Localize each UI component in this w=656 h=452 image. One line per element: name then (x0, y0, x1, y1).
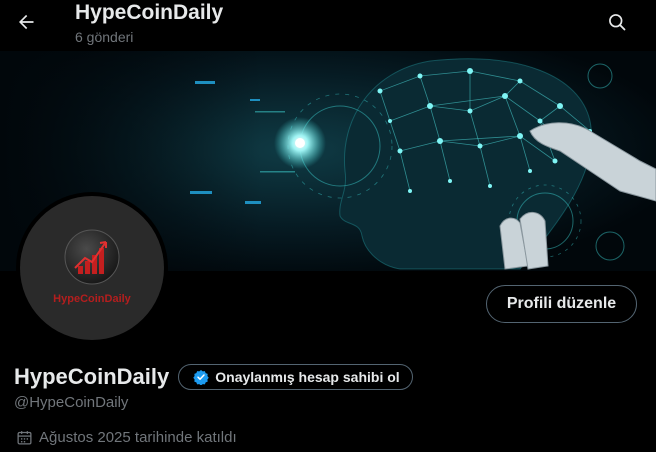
display-name: HypeCoinDaily (14, 364, 170, 389)
get-verified-button[interactable]: Onaylanmış hesap sahibi ol (178, 364, 413, 390)
join-date: Ağustos 2025 tarihinde katıldı (39, 429, 237, 446)
verified-badge-icon (193, 370, 209, 385)
page-title: HypeCoinDaily (75, 1, 224, 24)
join-date-row: Ağustos 2025 tarihinde katıldı (16, 429, 237, 446)
chart-logo-icon (64, 229, 120, 285)
calendar-icon (17, 431, 32, 445)
search-button[interactable] (600, 5, 634, 39)
name-row: HypeCoinDaily Onaylanmış hesap sahibi ol (14, 363, 413, 391)
avatar-logo-text: HypeCoinDaily (53, 293, 131, 305)
post-count: 6 gönderi (75, 29, 134, 45)
top-bar: HypeCoinDaily 6 gönderi (0, 0, 656, 51)
search-icon (609, 14, 626, 31)
avatar-image: HypeCoinDaily (20, 196, 164, 340)
get-verified-label: Onaylanmış hesap sahibi ol (215, 369, 400, 385)
back-button[interactable] (9, 5, 43, 39)
header-title-block: HypeCoinDaily 6 gönderi (75, 0, 223, 47)
edit-profile-button[interactable]: Profili düzenle (486, 285, 637, 323)
avatar[interactable]: HypeCoinDaily (16, 192, 168, 344)
user-handle: @HypeCoinDaily (14, 394, 129, 411)
arrow-left-icon (19, 14, 34, 30)
